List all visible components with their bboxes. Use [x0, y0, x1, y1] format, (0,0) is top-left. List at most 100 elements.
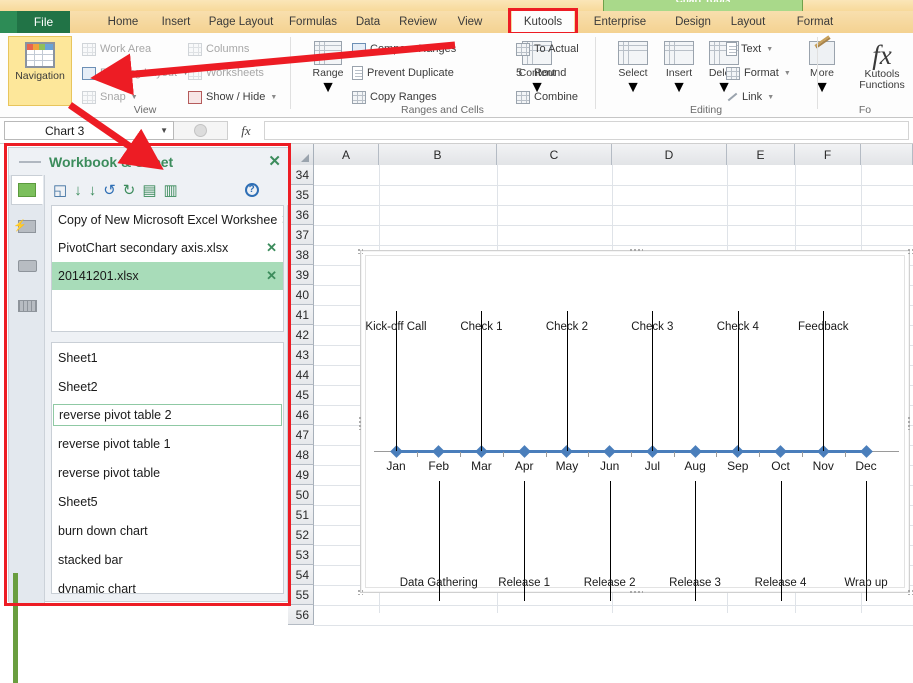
range-button[interactable]: Range ▼: [296, 36, 360, 106]
row-header-37[interactable]: 37: [288, 225, 314, 245]
sort-az-icon[interactable]: ↓: [74, 183, 82, 198]
work-area-button[interactable]: Work Area: [82, 39, 151, 59]
sheet-list-item[interactable]: reverse pivot table 1: [52, 429, 283, 458]
cancel-enter-icon[interactable]: [194, 124, 207, 137]
row-header-45[interactable]: 45: [288, 385, 314, 405]
row-header-56[interactable]: 56: [288, 605, 314, 625]
row-header-41[interactable]: 41: [288, 305, 314, 325]
tab-layout[interactable]: Layout: [720, 11, 776, 33]
sidebar-item-name-manager[interactable]: [11, 251, 43, 281]
drag-grip-icon[interactable]: [19, 161, 41, 163]
format-button[interactable]: Format ▼: [726, 63, 791, 83]
sheet-list-item[interactable]: Sheet2: [52, 372, 283, 401]
row-header-43[interactable]: 43: [288, 345, 314, 365]
toggle-panel-icon[interactable]: ◱: [53, 183, 67, 198]
sidebar-item-workbook-sheet[interactable]: [11, 175, 43, 205]
workbook-list[interactable]: Copy of New Microsoft Excel Workshee✕Piv…: [51, 205, 284, 332]
row-header-49[interactable]: 49: [288, 465, 314, 485]
resize-handle-e[interactable]: [907, 416, 912, 430]
settings-list-icon[interactable]: ▤: [142, 183, 156, 198]
sidebar-item-column-list[interactable]: [11, 291, 43, 321]
compare-ranges-button[interactable]: Compare Ranges: [352, 39, 456, 59]
data-point-marker[interactable]: [432, 445, 445, 458]
sheet-list-item[interactable]: stacked bar: [52, 545, 283, 574]
workbook-list-item[interactable]: 20141201.xlsx✕: [52, 262, 283, 290]
chevron-down-icon[interactable]: ▼: [160, 126, 168, 135]
text-button[interactable]: Text ▼: [726, 39, 773, 59]
edit-list-icon[interactable]: ▥: [164, 183, 178, 198]
row-header-38[interactable]: 38: [288, 245, 314, 265]
more-button[interactable]: More ▼: [790, 36, 854, 106]
insert-function-icon[interactable]: fx: [228, 123, 264, 139]
name-box[interactable]: Chart 3 ▼: [4, 121, 174, 140]
help-icon[interactable]: ?: [245, 183, 259, 197]
sheet-list-item[interactable]: burn down chart: [52, 516, 283, 545]
row-header-42[interactable]: 42: [288, 325, 314, 345]
close-workbook-icon[interactable]: ✕: [262, 268, 277, 284]
column-header-A[interactable]: A: [314, 144, 379, 165]
data-point-marker[interactable]: [774, 445, 787, 458]
data-point-marker[interactable]: [860, 445, 873, 458]
tab-insert[interactable]: Insert: [150, 11, 202, 33]
resize-handle-s[interactable]: [629, 590, 643, 595]
prevent-duplicate-button[interactable]: Prevent Duplicate: [352, 63, 454, 83]
close-workbook-icon[interactable]: ✕: [262, 240, 277, 256]
row-header-46[interactable]: 46: [288, 405, 314, 425]
column-header-C[interactable]: C: [497, 144, 612, 165]
to-actual-button[interactable]: To Actual: [516, 39, 579, 59]
row-header-47[interactable]: 47: [288, 425, 314, 445]
tab-format[interactable]: Format: [787, 11, 843, 33]
tab-formulas[interactable]: Formulas: [280, 11, 346, 33]
columns-button[interactable]: Columns: [188, 39, 249, 59]
chart-object[interactable]: JanFebMarAprMayJunJulAugSepOctNovDecKick…: [360, 250, 910, 593]
round-button[interactable]: 5 Round: [516, 63, 566, 83]
row-header-40[interactable]: 40: [288, 285, 314, 305]
sheet-list-item[interactable]: reverse pivot table: [52, 458, 283, 487]
navigation-button[interactable]: Navigation: [8, 36, 72, 106]
column-header-F[interactable]: F: [795, 144, 861, 165]
sheet-list-item[interactable]: Sheet5: [52, 487, 283, 516]
row-header-55[interactable]: 55: [288, 585, 314, 605]
reload-icon[interactable]: ↻: [123, 183, 136, 198]
close-icon[interactable]: ✕: [268, 152, 281, 170]
reading-layout-button[interactable]: Reading Layout ▼: [82, 63, 189, 83]
worksheets-button[interactable]: Worksheets: [188, 63, 264, 83]
row-header-34[interactable]: 34: [288, 165, 314, 185]
column-header-E[interactable]: E: [727, 144, 795, 165]
tab-enterprise[interactable]: Enterprise: [583, 11, 657, 33]
row-header-39[interactable]: 39: [288, 265, 314, 285]
column-header-B[interactable]: B: [379, 144, 497, 165]
data-point-marker[interactable]: [689, 445, 702, 458]
tab-data[interactable]: Data: [346, 11, 390, 33]
tab-home[interactable]: Home: [96, 11, 150, 33]
formula-input[interactable]: [264, 121, 909, 140]
sidebar-item-autotext[interactable]: [11, 211, 43, 241]
tab-review[interactable]: Review: [390, 11, 446, 33]
tab-file[interactable]: File: [17, 11, 70, 33]
resize-handle-w[interactable]: [358, 416, 363, 430]
sheet-list[interactable]: Sheet1Sheet2reverse pivot table 2reverse…: [51, 342, 284, 594]
refresh-icon[interactable]: ↺: [103, 183, 116, 198]
row-header-52[interactable]: 52: [288, 525, 314, 545]
column-header-x[interactable]: [861, 144, 913, 165]
workbook-list-item[interactable]: PivotChart secondary axis.xlsx✕: [52, 234, 283, 262]
tab-kutools[interactable]: Kutools: [512, 11, 574, 33]
sort-za-icon[interactable]: ↓: [89, 183, 97, 198]
row-header-51[interactable]: 51: [288, 505, 314, 525]
sheet-list-item[interactable]: dynamic chart: [52, 574, 283, 594]
resize-handle-n[interactable]: [629, 248, 643, 253]
sheet-list-item[interactable]: reverse pivot table 2: [53, 404, 282, 426]
resize-handle-se[interactable]: [907, 589, 913, 595]
resize-handle-sw[interactable]: [357, 589, 363, 595]
resize-handle-ne[interactable]: [907, 248, 913, 254]
tab-page-layout[interactable]: Page Layout: [202, 11, 280, 33]
tab-design[interactable]: Design: [666, 11, 720, 33]
select-all-corner[interactable]: [288, 144, 314, 165]
kutools-functions-button[interactable]: fx Kutools Functions: [846, 36, 913, 106]
row-header-50[interactable]: 50: [288, 485, 314, 505]
row-header-44[interactable]: 44: [288, 365, 314, 385]
close-workbook-icon[interactable]: ✕: [277, 212, 283, 228]
workbook-list-item[interactable]: Copy of New Microsoft Excel Workshee✕: [52, 206, 283, 234]
row-header-36[interactable]: 36: [288, 205, 314, 225]
row-header-54[interactable]: 54: [288, 565, 314, 585]
